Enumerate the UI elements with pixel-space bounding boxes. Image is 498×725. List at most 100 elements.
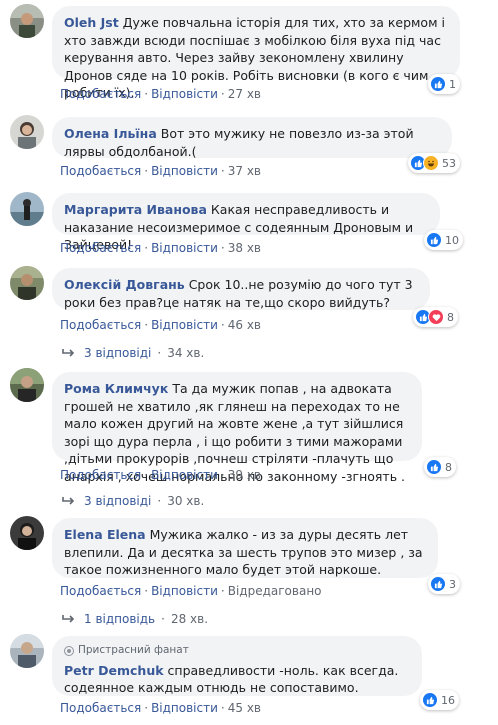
reactions-summary[interactable]: 16 — [420, 690, 459, 710]
comment-author[interactable]: Олена Ільїна — [64, 126, 157, 141]
like-reaction-icon — [426, 459, 442, 475]
replies-time: 34 хв. — [167, 346, 205, 360]
like-link[interactable]: Подобається — [60, 87, 141, 101]
reactions-summary[interactable]: 8 — [413, 307, 458, 327]
view-replies[interactable]: 1 відповідь · 28 хв. — [62, 612, 208, 626]
separator: · — [220, 318, 225, 332]
replies-time: 28 хв. — [170, 612, 209, 626]
like-link[interactable]: Подобається — [60, 468, 141, 482]
edited-label[interactable]: Відредаговано — [228, 584, 322, 598]
reply-link[interactable]: Відповісти — [151, 701, 218, 715]
reply-link[interactable]: Відповісти — [151, 241, 218, 255]
separator: · — [220, 468, 225, 482]
separator: · — [157, 494, 162, 508]
reactions-summary[interactable]: 1 — [428, 74, 460, 94]
badge-icon — [64, 645, 74, 656]
comment-actions: Подобається · Відповісти · 27 хв — [60, 87, 261, 101]
like-reaction-icon — [430, 76, 446, 92]
timestamp[interactable]: 38 хв — [228, 241, 261, 255]
reaction-count: 53 — [442, 156, 456, 170]
separator: · — [220, 701, 225, 715]
timestamp[interactable]: 39 хв — [228, 468, 261, 482]
comment-actions: Подобається · Відповісти · Відредаговано — [60, 584, 322, 598]
avatar[interactable] — [10, 516, 44, 550]
reaction-count: 8 — [445, 460, 452, 474]
separator: · — [144, 87, 149, 101]
comment-actions: Подобається · Відповісти · 45 хв — [60, 701, 261, 715]
reaction-count: 8 — [447, 310, 454, 324]
reactions-summary[interactable]: 8 — [424, 457, 456, 477]
reply-link[interactable]: Відповісти — [151, 318, 218, 332]
comment-actions: Подобається · Відповісти · 39 хв — [60, 468, 261, 482]
like-link[interactable]: Подобається — [60, 584, 141, 598]
replies-count[interactable]: 3 відповіді — [84, 346, 151, 360]
like-reaction-icon — [422, 692, 438, 708]
reply-arrow-icon — [62, 349, 75, 357]
reply-link[interactable]: Відповісти — [151, 87, 218, 101]
comment-bubble: Рома Климчук Та да мужик попав , на адвок… — [52, 372, 422, 484]
avatar[interactable] — [10, 634, 44, 668]
like-reaction-icon — [430, 576, 446, 592]
separator: · — [161, 612, 165, 626]
comment-bubble: Oleh Jst Дуже повчальна історія для тих, … — [52, 6, 460, 100]
love-reaction-icon — [428, 309, 444, 325]
separator: · — [157, 346, 162, 360]
top-fan-badge[interactable]: Пристрасний фанат — [64, 642, 410, 660]
comment-author[interactable]: Elena Elena — [64, 527, 146, 542]
separator: · — [144, 701, 149, 715]
comment-bubble: Elena Elena Мужика жалко - из за дуры дес… — [52, 518, 438, 578]
comment-author[interactable]: Oleh Jst — [64, 15, 119, 30]
reply-link[interactable]: Відповісти — [151, 164, 218, 178]
comment-bubble: Маргарита Иванова Какая несправедливость … — [52, 193, 440, 252]
comment-bubble: Олена Ільїна Вот это мужику не повезло из… — [52, 117, 452, 159]
like-link[interactable]: Подобається — [60, 164, 141, 178]
reaction-count: 3 — [449, 577, 456, 591]
timestamp[interactable]: 45 хв — [228, 701, 261, 715]
replies-count[interactable]: 3 відповіді — [84, 494, 151, 508]
reaction-count: 10 — [445, 233, 459, 247]
reaction-count: 1 — [449, 77, 456, 91]
comment-actions: Подобається · Відповісти · 37 хв — [60, 164, 261, 178]
reaction-count: 16 — [441, 693, 455, 707]
like-reaction-icon — [426, 232, 442, 248]
separator: · — [220, 164, 225, 178]
separator: · — [144, 318, 149, 332]
comment-actions: Подобається · Відповісти · 46 хв — [60, 318, 261, 332]
timestamp[interactable]: 37 хв — [228, 164, 261, 178]
avatar[interactable] — [10, 192, 44, 226]
replies-count[interactable]: 1 відповідь — [84, 612, 155, 626]
separator: · — [220, 241, 225, 255]
reactions-summary[interactable]: 53 — [408, 153, 460, 173]
reply-link[interactable]: Відповісти — [151, 584, 218, 598]
avatar[interactable] — [10, 4, 44, 38]
separator: · — [144, 241, 149, 255]
separator: · — [144, 164, 149, 178]
reply-link[interactable]: Відповісти — [151, 468, 218, 482]
comment-bubble: Олексій Довгань Срок 10..не розумію до чо… — [52, 268, 430, 310]
comment-bubble: Пристрасний фанат Petr Demchuk справедлив… — [52, 636, 422, 696]
reply-arrow-icon — [62, 497, 75, 505]
reactions-summary[interactable]: 3 — [428, 574, 460, 594]
comment-author[interactable]: Олексій Довгань — [64, 277, 185, 292]
like-link[interactable]: Подобається — [60, 318, 141, 332]
badge-label: Пристрасний фанат — [78, 644, 189, 656]
view-replies[interactable]: 3 відповіді · 34 хв. — [62, 346, 204, 360]
like-link[interactable]: Подобається — [60, 241, 141, 255]
avatar[interactable] — [10, 115, 44, 149]
view-replies[interactable]: 3 відповіді · 30 хв. — [62, 494, 204, 508]
avatar[interactable] — [10, 266, 44, 300]
reply-arrow-icon — [62, 615, 75, 623]
comment-author[interactable]: Petr Demchuk — [64, 663, 164, 678]
timestamp[interactable]: 46 хв — [228, 318, 261, 332]
replies-time: 30 хв. — [167, 494, 205, 508]
separator: · — [220, 584, 225, 598]
comment-author[interactable]: Маргарита Иванова — [64, 202, 207, 217]
reactions-summary[interactable]: 10 — [424, 230, 463, 250]
timestamp[interactable]: 27 хв — [228, 87, 261, 101]
separator: · — [144, 584, 149, 598]
like-link[interactable]: Подобається — [60, 701, 141, 715]
avatar[interactable] — [10, 368, 44, 402]
comment-actions: Подобається · Відповісти · 38 хв — [60, 241, 261, 255]
comment-author[interactable]: Рома Климчук — [64, 381, 168, 396]
haha-reaction-icon — [423, 155, 439, 171]
